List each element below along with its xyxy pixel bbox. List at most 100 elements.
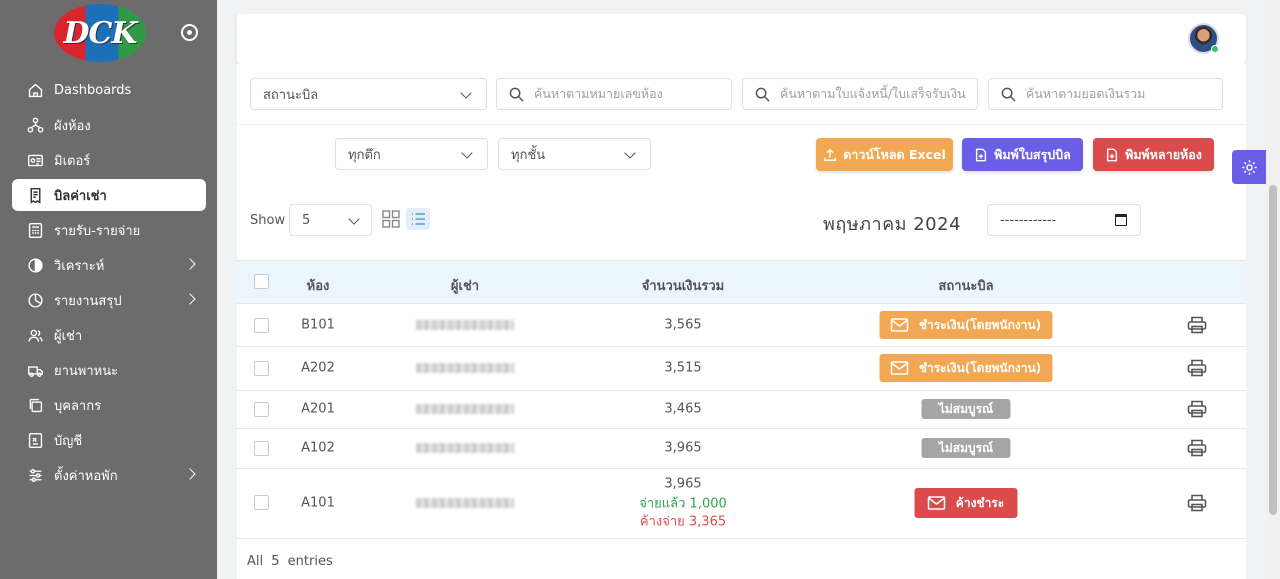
sidebar-item-label: ยานพาหนะ	[54, 363, 119, 379]
print-multiple-button[interactable]: พิมพ์หลายห้อง	[1093, 138, 1214, 171]
floor-select[interactable]: ทุกชั้น	[498, 138, 651, 170]
sidebar-item-room-plan[interactable]: ผังห้อง	[12, 109, 206, 141]
print-summary-button[interactable]: พิมพ์ใบสรุปบิล	[962, 138, 1083, 171]
row-checkbox[interactable]	[254, 402, 269, 417]
sidebar-nav: Dashboards ผังห้อง มิเตอร์ บิลค่าเช่า รา…	[12, 74, 206, 494]
owed-amount: ค้างจ่าย 3,365	[639, 514, 727, 530]
row-checkbox[interactable]	[254, 441, 269, 456]
table-row[interactable]: A102 3,965 ไม่สมบูรณ์	[237, 429, 1246, 469]
pie-chart-icon	[26, 291, 44, 309]
sidebar-item-label: มิเตอร์	[54, 153, 91, 169]
table-row[interactable]: A101 3,965 จ่ายแล้ว 1,000 ค้างจ่าย 3,365…	[237, 469, 1246, 539]
sidebar-item-dashboards[interactable]: Dashboards	[12, 74, 206, 106]
sidebar-item-tenants[interactable]: ผู้เช่า	[12, 319, 206, 351]
sidebar-item-rent-bill[interactable]: บิลค่าเช่า	[12, 179, 206, 211]
total-cell: 3,565	[664, 317, 702, 333]
download-excel-button[interactable]: ดาวน์โหลด Excel	[816, 138, 953, 171]
total-cell: 3,515	[664, 360, 702, 376]
search-icon	[755, 87, 770, 102]
search-invoice-input[interactable]: ค้นหาตามใบแจ้งหนี้/ใบเสร็จรับเงิน	[742, 78, 978, 110]
bill-status-select[interactable]: สถานะบิล	[250, 78, 487, 110]
online-status-icon	[1211, 45, 1219, 53]
entries-count: All 5 entries	[247, 554, 333, 569]
sidebar-item-meter[interactable]: มิเตอร์	[12, 144, 206, 176]
list-icon	[412, 213, 425, 225]
grid-view-icon[interactable]	[382, 210, 400, 228]
floor-select-value: ทุกชั้น	[511, 147, 546, 163]
status-label: ชำระเงิน(โดยพนักงาน)	[918, 360, 1042, 375]
page-scrollbar[interactable]	[1266, 0, 1280, 579]
sidebar-toggle-icon[interactable]	[181, 24, 198, 41]
tenant-name-blurred	[416, 320, 514, 330]
row-checkbox[interactable]	[254, 361, 269, 376]
sidebar-item-vehicles[interactable]: ยานพาหนะ	[12, 354, 206, 386]
building-select-value: ทุกตึก	[348, 147, 381, 163]
chevron-right-icon	[184, 468, 196, 480]
status-badge[interactable]: ชำระเงิน(โดยพนักงาน)	[879, 311, 1053, 339]
home-icon	[26, 81, 44, 99]
upload-icon	[824, 148, 837, 161]
list-view-button[interactable]	[406, 208, 430, 230]
search-icon	[509, 87, 524, 102]
search-room-input[interactable]: ค้นหาตามหมายเลขห้อง	[496, 78, 732, 110]
month-title: พฤษภาคม 2024	[823, 214, 962, 235]
tenant-name-blurred	[416, 498, 514, 508]
calendar-icon[interactable]	[1115, 214, 1127, 226]
select-all-checkbox[interactable]	[254, 274, 269, 289]
sidebar-item-accounts[interactable]: บัญชี	[12, 424, 206, 456]
col-room[interactable]: ห้อง	[307, 275, 330, 296]
room-cell: B101	[301, 317, 335, 333]
chevron-down-icon	[624, 147, 636, 159]
table-row[interactable]: A202 3,515 ชำระเงิน(โดยพนักงาน)	[237, 347, 1246, 391]
ledger-icon	[26, 431, 44, 449]
status-label: ค้างชำระ	[955, 495, 1005, 510]
file-plus-icon	[976, 148, 987, 161]
printer-icon[interactable]	[1187, 439, 1207, 457]
brand-logo[interactable]: DCK	[54, 4, 146, 62]
table-row[interactable]: B101 3,565 ชำระเงิน(โดยพนักงาน)	[237, 304, 1246, 347]
month-date-input[interactable]: ------------	[987, 204, 1141, 236]
printer-icon[interactable]	[1187, 316, 1207, 334]
sidebar-item-label: บัญชี	[54, 433, 83, 449]
printer-icon[interactable]	[1187, 494, 1207, 512]
status-label: ชำระเงิน(โดยพนักงาน)	[918, 317, 1042, 332]
sidebar-item-dorm-settings[interactable]: ตั้งค่าหอพัก	[12, 459, 206, 491]
logo-text: DCK	[63, 15, 138, 51]
status-label: ไม่สมบูรณ์	[938, 440, 994, 455]
table-row[interactable]: A201 3,465 ไม่สมบูรณ์	[237, 391, 1246, 429]
print-multiple-label: พิมพ์หลายห้อง	[1125, 146, 1202, 162]
search-amount-placeholder: ค้นหาตามยอดเงินรวม	[1026, 86, 1146, 101]
scrollbar-thumb[interactable]	[1269, 185, 1277, 515]
printer-icon[interactable]	[1187, 400, 1207, 418]
settings-button[interactable]	[1232, 150, 1267, 184]
row-checkbox[interactable]	[254, 318, 269, 333]
status-badge[interactable]: ค้างชำระ	[914, 488, 1018, 518]
status-badge[interactable]: ไม่สมบูรณ์	[921, 438, 1011, 458]
copy-icon	[26, 396, 44, 414]
search-amount-input[interactable]: ค้นหาตามยอดเงินรวม	[988, 78, 1223, 110]
col-tenant[interactable]: ผู้เช่า	[451, 275, 479, 296]
sidebar-item-income-expense[interactable]: รายรับ-รายจ่าย	[12, 214, 206, 246]
chevron-right-icon	[184, 293, 196, 305]
print-summary-label: พิมพ์ใบสรุปบิล	[994, 146, 1071, 162]
sidebar-item-report[interactable]: รายงานสรุป	[12, 284, 206, 316]
status-badge[interactable]: ชำระเงิน(โดยพนักงาน)	[879, 354, 1053, 382]
status-badge[interactable]: ไม่สมบูรณ์	[921, 399, 1011, 419]
col-status[interactable]: สถานะบิล	[938, 275, 993, 296]
sidebar-item-analysis[interactable]: วิเคราะห์	[12, 249, 206, 281]
page-size-value: 5	[302, 212, 311, 228]
search-invoice-placeholder: ค้นหาตามใบแจ้งหนี้/ใบเสร็จรับเงิน	[780, 86, 966, 101]
table-header: ห้อง ผู้เช่า จำนวนเงินรวม สถานะบิล	[237, 260, 1246, 304]
sidebar-item-label: Dashboards	[54, 82, 132, 98]
col-total[interactable]: จำนวนเงินรวม	[642, 275, 725, 296]
row-checkbox[interactable]	[254, 495, 269, 510]
page-size-select[interactable]: 5	[289, 204, 372, 236]
room-cell: A201	[301, 401, 335, 417]
building-select[interactable]: ทุกตึก	[335, 138, 488, 170]
sidebar-item-staff[interactable]: บุคลากร	[12, 389, 206, 421]
user-avatar[interactable]	[1188, 23, 1219, 54]
sidebar-item-label: รายรับ-รายจ่าย	[54, 223, 141, 239]
envelope-icon	[928, 496, 946, 510]
tenant-name-blurred	[416, 404, 514, 414]
printer-icon[interactable]	[1187, 359, 1207, 377]
